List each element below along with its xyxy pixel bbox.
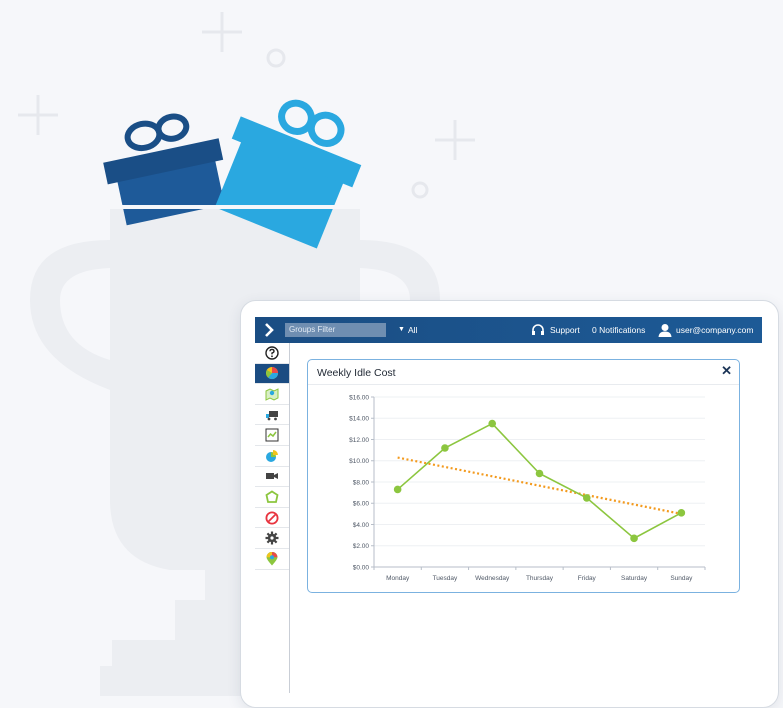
x-tick-label: Thursday (526, 575, 554, 582)
data-point (393, 485, 402, 494)
x-tick-label: Friday (578, 575, 597, 582)
y-tick-label: $4.00 (353, 522, 370, 529)
top-navigation-bar: ▼ All Support 0 Notifications user@compa… (255, 317, 762, 343)
data-point (441, 444, 449, 452)
x-tick-label: Saturday (621, 575, 648, 582)
data-point (488, 419, 497, 428)
user-email: user@company.com (676, 325, 754, 335)
camera-icon (266, 473, 278, 480)
geofence-icon (265, 490, 279, 503)
group-dropdown-value: All (407, 325, 418, 335)
sidebar (255, 343, 290, 693)
menu-toggle-button[interactable] (255, 317, 283, 343)
sidebar-item-locations[interactable] (255, 549, 289, 570)
sidebar-item-exceptions[interactable] (255, 508, 289, 529)
notifications-link[interactable]: 0 Notifications (592, 322, 645, 338)
y-tick-label: $14.00 (349, 416, 369, 423)
caret-down-icon: ▼ (398, 326, 405, 333)
x-tick-label: Tuesday (433, 575, 458, 582)
y-tick-label: $10.00 (349, 458, 369, 465)
tablet-device: ▼ All Support 0 Notifications user@compa… (240, 300, 779, 708)
sidebar-item-settings[interactable] (255, 528, 289, 549)
group-dropdown[interactable]: ▼ All (398, 323, 417, 337)
panel-title: Weekly Idle Cost (317, 367, 396, 379)
y-tick-label: $0.00 (353, 564, 370, 571)
user-icon (658, 324, 672, 337)
y-tick-label: $8.00 (353, 479, 370, 486)
help-icon (265, 346, 279, 360)
blocked-icon (265, 511, 279, 525)
y-tick-label: $16.00 (349, 394, 369, 401)
x-tick-label: Sunday (670, 575, 693, 582)
settings-icon (265, 531, 279, 545)
data-point (535, 469, 544, 478)
y-tick-label: $6.00 (353, 501, 370, 508)
x-tick-label: Wednesday (475, 575, 510, 582)
location-pin-icon (266, 551, 278, 566)
trendline (397, 456, 682, 515)
headset-icon (532, 324, 544, 335)
user-menu[interactable]: user@company.com (658, 321, 753, 339)
weekly-idle-cost-chart: $0.00 $2.00 $4.00 $6.00 $8.00 $10.00 $12.00 $14… (349, 394, 706, 582)
close-icon[interactable]: ✕ (721, 363, 732, 379)
series-line (397, 422, 682, 540)
line-chart-icon (265, 428, 279, 442)
weekly-idle-cost-panel: Weekly Idle Cost ✕ $0.00 $2.00 $4.00 $6.00 $… (307, 359, 740, 593)
sidebar-item-map[interactable] (255, 384, 289, 405)
sidebar-item-trends[interactable] (255, 425, 289, 446)
support-label: Support (550, 325, 580, 335)
data-point (630, 534, 638, 543)
data-point (677, 509, 686, 517)
pie-chart-icon (266, 367, 279, 380)
y-tick-label: $2.00 (353, 543, 370, 550)
x-tick-label: Monday (386, 575, 410, 582)
chevron-right-icon (265, 323, 274, 337)
truck-icon (266, 410, 278, 420)
sidebar-item-vehicles[interactable] (255, 405, 289, 426)
y-tick-label: $12.00 (349, 437, 369, 444)
sidebar-item-help[interactable] (255, 343, 289, 364)
sidebar-item-analytics[interactable] (255, 446, 289, 467)
pie-slice-icon (266, 449, 278, 462)
sidebar-item-geofence[interactable] (255, 487, 289, 508)
data-point (582, 494, 591, 502)
groups-filter-input[interactable] (285, 323, 386, 337)
sidebar-item-reports[interactable] (255, 363, 289, 385)
support-link[interactable]: Support (531, 322, 580, 338)
map-icon (265, 388, 279, 401)
sidebar-item-camera[interactable] (255, 467, 289, 488)
